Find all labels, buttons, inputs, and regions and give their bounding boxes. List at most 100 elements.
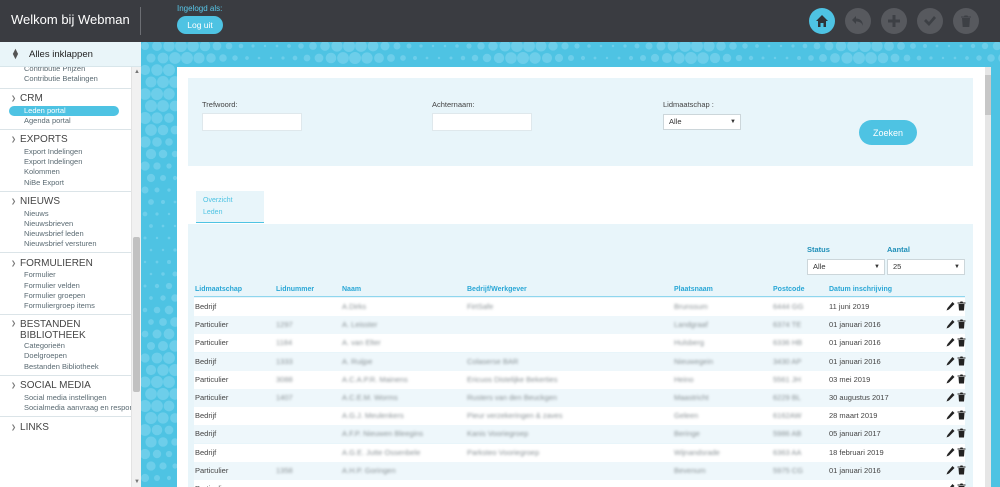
trash-icon[interactable] [957, 337, 966, 347]
sidebar-item[interactable]: Export Indelingen [0, 157, 131, 167]
scroll-thumb[interactable] [133, 237, 140, 392]
sidebar-item[interactable]: Export Indelingen [0, 147, 131, 157]
sidebar-item[interactable]: Bestanden Bibliotheek [0, 362, 131, 372]
sidebar-item[interactable]: Contributie Betalingen [0, 74, 131, 84]
sidebar-section-header[interactable]: ❯ EXPORTS [0, 134, 131, 147]
sidebar-item[interactable]: Kolommen [0, 167, 131, 177]
pencil-icon[interactable] [946, 301, 955, 311]
sidebar-item[interactable]: NiBe Export [0, 178, 131, 188]
pencil-icon[interactable] [946, 447, 955, 457]
column-header[interactable]: Bedrijf/Werkgever [467, 286, 527, 293]
confirm-button[interactable] [917, 8, 943, 34]
trash-icon[interactable] [957, 374, 966, 384]
table-cell: 6374 TE [773, 320, 802, 330]
table-cell: Particulier [195, 465, 229, 475]
sidebar-item[interactable]: Categorieën [0, 341, 131, 351]
sidebar-item[interactable]: Leden portal [9, 105, 119, 116]
sidebar-item[interactable]: Nieuwsbrieven [0, 219, 131, 229]
column-header[interactable]: Lidnummer [276, 286, 314, 293]
sidebar-section-header[interactable]: ❯ BESTANDEN BIBLIOTHEEK [0, 319, 131, 341]
sidebar-section-header[interactable]: ❯ SOCIAL MEDIA [0, 380, 131, 393]
table-row[interactable]: Particulier 1297 A. Leisster Landgraaf 6374 … [194, 316, 966, 335]
scroll-down-icon[interactable]: ▼ [134, 479, 140, 485]
panel-scroll-thumb[interactable] [985, 75, 991, 115]
pencil-icon[interactable] [946, 428, 955, 438]
column-header[interactable]: Naam [342, 286, 361, 293]
pencil-icon[interactable] [946, 465, 955, 475]
column-header[interactable]: Plaatsnaam [674, 286, 713, 293]
pencil-icon[interactable] [946, 337, 955, 347]
trash-icon[interactable] [957, 428, 966, 438]
sidebar-item[interactable]: Formuliergroep items [0, 301, 131, 311]
trash-icon[interactable] [957, 447, 966, 457]
sidebar-item[interactable]: Socialmedia aanvraag en response [0, 403, 131, 413]
table-row[interactable]: Bedrijf A.G.J. Meulenkers Pieur verzekerin… [194, 407, 966, 426]
sidebar-item[interactable]: Formulier velden [0, 281, 131, 291]
sidebar-item[interactable]: Nieuws [0, 209, 131, 219]
add-button[interactable] [881, 8, 907, 34]
table-row[interactable]: Particulier [194, 480, 966, 487]
collapse-all-button[interactable]: ▲ ▼ Alles inklappen [0, 42, 141, 67]
table-row[interactable]: Bedrijf 1333 A. Ruijpe Colaserse BAR Nieuweg… [194, 352, 966, 371]
trash-icon[interactable] [957, 392, 966, 402]
trash-icon[interactable] [957, 465, 966, 475]
pencil-icon[interactable] [946, 356, 955, 366]
achternaam-input[interactable] [432, 113, 532, 131]
column-header[interactable]: Postcode [773, 286, 805, 293]
sidebar-item[interactable]: Nieuwsbrief leden [0, 229, 131, 239]
status-value: Alle [813, 262, 826, 271]
sidebar-section-title: FORMULIEREN [20, 257, 93, 269]
logout-button[interactable]: Log uit [177, 16, 223, 34]
sidebar-item[interactable]: Nieuwsbrief versturen [0, 239, 131, 249]
table-cell: Bevenum [674, 465, 706, 475]
trash-icon[interactable] [957, 410, 966, 420]
table-row[interactable]: Particulier 1407 A.C.E.M. Worms Rusters van… [194, 389, 966, 407]
status-select[interactable]: Alle ▼ [807, 259, 885, 275]
column-header[interactable]: Datum inschrijving [829, 286, 892, 293]
sidebar-section-header[interactable]: ❯ LINKS [0, 421, 131, 434]
sidebar-section-header[interactable]: ❯ CRM [0, 93, 131, 106]
pencil-icon[interactable] [946, 410, 955, 420]
lidmaatschap-label: Lidmaatschap : [663, 100, 714, 109]
pencil-icon[interactable] [946, 319, 955, 329]
sidebar-section-header[interactable]: ❯ FORMULIEREN [0, 257, 131, 270]
tab-overzicht-leden[interactable]: Overzicht Leden [196, 191, 264, 222]
table-row[interactable]: Bedrijf A.Dirks FirtSafe Brunssum 6444 GG 11 … [194, 298, 966, 316]
trash-icon[interactable] [957, 356, 966, 366]
table-row[interactable]: Bedrijf A.G.E. Jutte Ossenbele Parksteo Vo… [194, 443, 966, 462]
sidebar-item[interactable]: Doelgroepen [0, 351, 131, 361]
aantal-select[interactable]: 25 ▼ [887, 259, 965, 275]
table-row[interactable]: Bedrijf A.F.P. Nieuwen Bleegins Kanis Voor… [194, 425, 966, 444]
sidebar-item[interactable]: Contributie Prijzen [0, 67, 131, 74]
trash-icon[interactable] [957, 319, 966, 329]
sidebar-section-header[interactable]: ❯ NIEUWS [0, 196, 131, 209]
home-button[interactable] [809, 8, 835, 34]
sidebar-item[interactable]: Social media instellingen [0, 393, 131, 403]
table-row[interactable]: Particulier 3088 A.C.A.P.R. Mainens Ericuos… [194, 370, 966, 389]
table-cell: 1407 [276, 393, 293, 402]
trefwoord-input[interactable] [202, 113, 302, 131]
panel-scrollbar[interactable] [985, 67, 991, 487]
sidebar-item[interactable]: Agenda portal [0, 116, 131, 126]
column-header[interactable]: Lidmaatschap [195, 286, 242, 293]
app-title: Welkom bij Webman [11, 12, 130, 27]
lidmaatschap-select[interactable]: Alle ▼ [663, 114, 741, 130]
sidebar-item[interactable]: Formulier [0, 270, 131, 280]
sidebar-item[interactable]: Formulier groepen [0, 291, 131, 301]
pencil-icon[interactable] [946, 374, 955, 384]
table-cell: 1297 [276, 320, 293, 330]
delete-button[interactable] [953, 8, 979, 34]
scroll-up-icon[interactable]: ▲ [134, 69, 140, 75]
trash-icon[interactable] [957, 301, 966, 311]
dropdown-arrow-icon: ▼ [954, 264, 960, 270]
sidebar-section-title: EXPORTS [20, 134, 68, 146]
pencil-icon[interactable] [946, 483, 955, 487]
search-button[interactable]: Zoeken [859, 120, 917, 145]
trash-icon[interactable] [957, 483, 966, 487]
pencil-icon[interactable] [946, 392, 955, 402]
table-row[interactable]: Particulier 1184 A. van Elter Hulsberg 6336 … [194, 334, 966, 353]
table-cell: Bedrijf [195, 411, 217, 421]
sidebar-scrollbar[interactable]: ▲ ▼ [131, 67, 141, 487]
undo-button[interactable] [845, 8, 871, 34]
table-row[interactable]: Particulier 1358 A.H.P. Goringen Bevenum 597… [194, 461, 966, 480]
